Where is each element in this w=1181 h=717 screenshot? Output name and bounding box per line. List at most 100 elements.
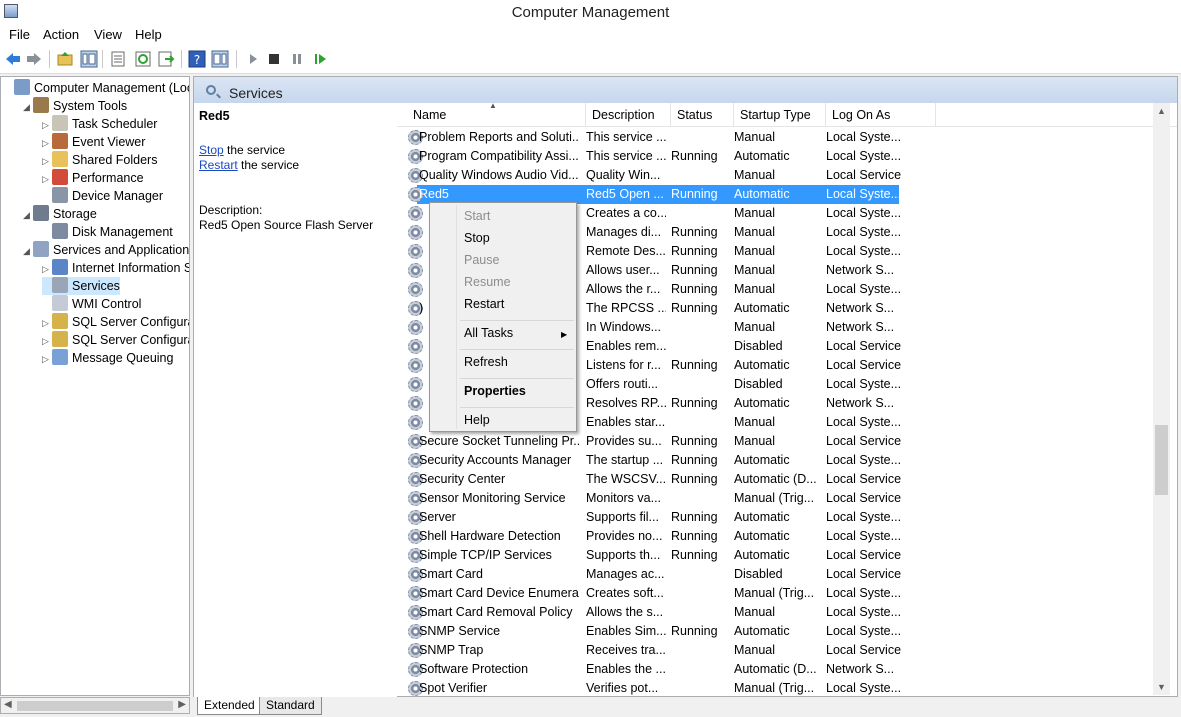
tree-node[interactable]: Device Manager	[42, 187, 163, 205]
tree-node[interactable]: ▷ Message Queuing	[42, 349, 173, 367]
help-icon[interactable]: ?	[188, 50, 206, 68]
cell-name: Problem Reports and Soluti...	[419, 130, 579, 144]
menu-item-refresh[interactable]: Refresh	[464, 355, 508, 369]
export-list-icon[interactable]	[109, 50, 127, 68]
menu-item-properties[interactable]: Properties	[464, 384, 526, 398]
show-hide-action-pane-icon[interactable]	[211, 50, 229, 68]
refresh-icon[interactable]	[134, 50, 152, 68]
table-row[interactable]: Spot Verifier Verifies pot... Manual (Trig…	[397, 679, 957, 696]
table-row[interactable]: Quality Windows Audio Vid... Quality Win.…	[397, 166, 957, 185]
tree-node[interactable]: ▷ SQL Server Configuratic	[42, 313, 189, 332]
expand-toggle-icon[interactable]: ▷	[42, 134, 52, 152]
scrollbar-thumb[interactable]	[17, 701, 173, 711]
column-header-description[interactable]: Description	[586, 103, 671, 127]
tree-node[interactable]: Computer Management (Local	[4, 79, 189, 97]
menu-item-restart[interactable]: Restart	[464, 297, 504, 311]
toolbar-separator	[236, 50, 237, 68]
restart-service-link[interactable]: Restart	[199, 158, 238, 172]
table-row[interactable]: Security Center The WSCSV... Running Automa…	[397, 470, 957, 489]
export-icon[interactable]	[157, 50, 175, 68]
table-row[interactable]: Sensor Monitoring Service Monitors va... M…	[397, 489, 957, 508]
tree-node-label: Shared Folders	[72, 153, 158, 167]
table-row[interactable]: Shell Hardware Detection Provides no... Ru…	[397, 527, 957, 546]
tree-node[interactable]: ◢ Storage	[23, 205, 97, 223]
cell-description: Red5 Open ...	[586, 187, 664, 201]
tree-node[interactable]: ▷ Task Scheduler	[42, 115, 157, 133]
tab-standard[interactable]: Standard	[259, 697, 322, 715]
table-row[interactable]: Security Accounts Manager The startup ...…	[397, 451, 957, 470]
cell-startup-type: Manual	[734, 643, 775, 657]
expand-toggle-icon[interactable]: ▷	[42, 152, 52, 170]
scroll-down-icon[interactable]: ▼	[1157, 682, 1166, 692]
table-row[interactable]: Problem Reports and Soluti... This servic…	[397, 128, 957, 147]
expand-toggle-icon[interactable]: ▷	[42, 170, 52, 188]
cell-log-on-as: Local Syste...	[826, 605, 902, 619]
expand-toggle-icon[interactable]: ▷	[42, 260, 52, 278]
menu-file[interactable]: File	[9, 24, 30, 42]
expand-toggle-icon[interactable]: ▷	[42, 332, 52, 350]
expand-toggle-icon[interactable]: ◢	[23, 206, 33, 224]
cell-startup-type: Automatic	[734, 358, 790, 372]
expand-toggle-icon[interactable]: ▷	[42, 314, 52, 332]
forward-arrow-icon[interactable]	[25, 50, 43, 68]
expand-toggle-icon[interactable]: ▷	[42, 116, 52, 134]
tree-node[interactable]: Services	[42, 277, 120, 295]
scroll-right-icon[interactable]: ▶	[178, 699, 186, 710]
stop-service-link[interactable]: Stop	[199, 143, 224, 157]
expand-toggle-icon[interactable]: ◢	[23, 98, 33, 116]
menu-separator	[460, 378, 574, 379]
column-header-startup-type[interactable]: Startup Type	[734, 103, 826, 127]
up-folder-icon[interactable]	[56, 50, 74, 68]
tree-node[interactable]: WMI Control	[42, 295, 141, 313]
tree-node[interactable]: ▷ SQL Server Configuratic	[42, 331, 189, 350]
table-row[interactable]: Smart Card Manages ac... Disabled Local Ser…	[397, 565, 957, 584]
tree-node-label: WMI Control	[72, 297, 142, 311]
tree-node[interactable]: ▷ Performance	[42, 169, 144, 187]
cell-status: Running	[671, 472, 718, 486]
tree-node[interactable]: ◢ Services and Applications	[23, 241, 189, 260]
list-vertical-scrollbar[interactable]: ▲ ▼	[1153, 103, 1170, 695]
back-arrow-icon[interactable]	[4, 50, 22, 68]
table-row[interactable]: SNMP Service Enables Sim... Running Automat…	[397, 622, 957, 641]
scroll-up-icon[interactable]: ▲	[1157, 106, 1166, 116]
tab-extended[interactable]: Extended	[197, 697, 262, 715]
menu-action[interactable]: Action	[43, 24, 79, 42]
column-header-status[interactable]: Status	[671, 103, 734, 127]
expand-toggle-icon[interactable]: ▷	[42, 350, 52, 368]
tree-node[interactable]: ▷ Shared Folders	[42, 151, 157, 169]
service-gear-icon	[408, 282, 423, 297]
menu-help[interactable]: Help	[135, 24, 162, 42]
expand-toggle-icon[interactable]: ◢	[23, 242, 33, 260]
scroll-left-icon[interactable]: ◀	[4, 699, 12, 710]
resume-icon[interactable]	[311, 50, 329, 68]
tree-node[interactable]: ▷ Event Viewer	[42, 133, 145, 151]
menu-item-all-tasks[interactable]: All Tasks	[464, 326, 513, 340]
toolbar: ?	[0, 45, 1181, 74]
tree-node[interactable]: ◢ System Tools	[23, 97, 127, 115]
table-row[interactable]: Software Protection Enables the ... Automa…	[397, 660, 957, 679]
search-icon	[206, 85, 216, 95]
console-tree[interactable]: Computer Management (Local ◢ System Tools ▷…	[0, 76, 190, 696]
tree-node-label: Device Manager	[72, 189, 164, 203]
table-row[interactable]: Secure Socket Tunneling Pr... Provides su…	[397, 432, 957, 451]
folder-icon	[52, 151, 68, 167]
table-row[interactable]: Server Supports fil... Running Automatic Loc…	[397, 508, 957, 527]
table-row[interactable]: Simple TCP/IP Services Supports th... Runn…	[397, 546, 957, 565]
column-header-log-on-as[interactable]: Log On As	[826, 103, 936, 127]
stop-icon[interactable]	[265, 50, 283, 68]
menu-view[interactable]: View	[94, 24, 122, 42]
tree-horizontal-scrollbar[interactable]: ◀ ▶	[0, 697, 190, 714]
play-icon[interactable]	[244, 50, 262, 68]
show-hide-tree-icon[interactable]	[80, 50, 98, 68]
cell-status: Running	[671, 187, 718, 201]
scrollbar-thumb[interactable]	[1155, 425, 1168, 495]
pause-icon[interactable]	[288, 50, 306, 68]
menu-item-help[interactable]: Help	[464, 413, 490, 427]
menu-item-stop[interactable]: Stop	[464, 231, 490, 245]
table-row[interactable]: Smart Card Device Enumera... Creates soft…	[397, 584, 957, 603]
tree-node[interactable]: ▷ Internet Information Ser	[42, 259, 189, 278]
table-row[interactable]: SNMP Trap Receives tra... Manual Local Serv…	[397, 641, 957, 660]
table-row[interactable]: Program Compatibility Assi... This servic…	[397, 147, 957, 166]
table-row[interactable]: Smart Card Removal Policy Allows the s...…	[397, 603, 957, 622]
tree-node[interactable]: Disk Management	[42, 223, 173, 241]
